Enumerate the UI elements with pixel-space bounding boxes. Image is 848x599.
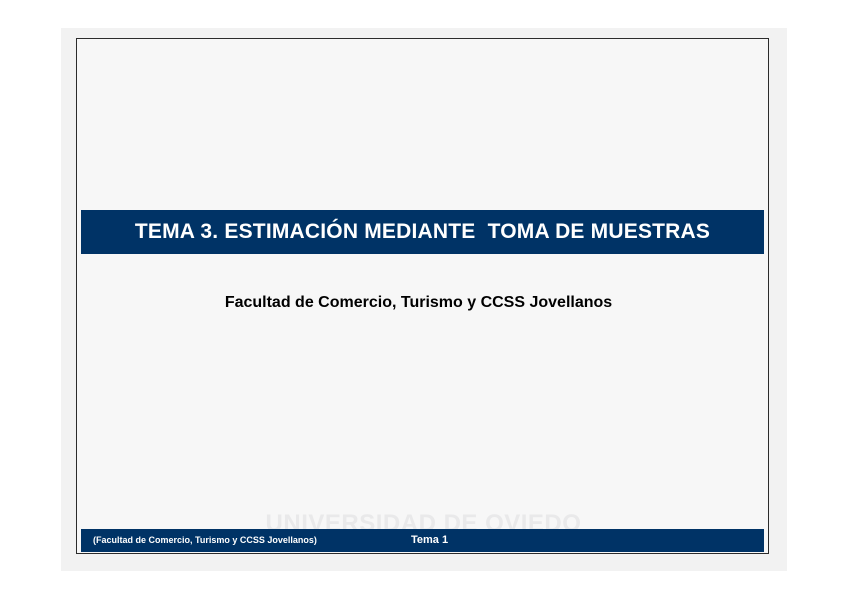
footer-band: (Facultad de Comercio, Turismo y CCSS Jo… [81, 529, 764, 552]
slide-title: TEMA 3. ESTIMACIÓN MEDIANTE TOMA DE MUES… [134, 220, 711, 243]
title-band: TEMA 3. ESTIMACIÓN MEDIANTE TOMA DE MUES… [81, 210, 764, 254]
footer-faculty: (Facultad de Comercio, Turismo y CCSS Jo… [93, 535, 317, 545]
slide: TEMA 3. ESTIMACIÓN MEDIANTE TOMA DE MUES… [76, 38, 769, 554]
slide-subtitle: Facultad de Comercio, Turismo y CCSS Jov… [224, 294, 613, 311]
university-watermark: UNIVERSIDAD DE OVIEDO [265, 510, 582, 529]
footer-topic: Tema 1 [411, 534, 449, 546]
